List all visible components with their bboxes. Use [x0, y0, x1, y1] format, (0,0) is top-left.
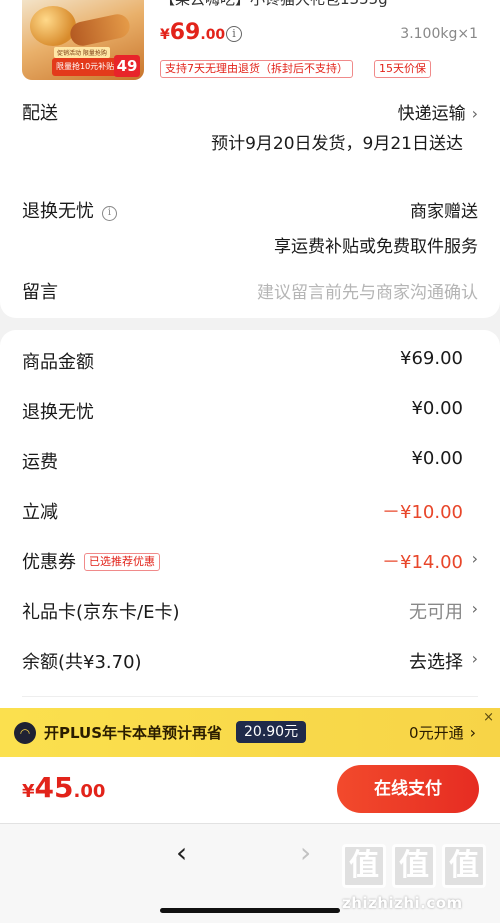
fee-label: 退换无忧 — [22, 402, 94, 423]
fee-value: ¥0.00 — [411, 448, 463, 469]
chevron-right-icon: › — [471, 649, 478, 668]
browser-toolbar: ‹ › 值 值 值 zhizhizhi.com — [0, 823, 500, 923]
product-thumbnail[interactable]: 促销活动 限量抢购 限量抢10元补贴券 49 — [22, 0, 144, 80]
payment-bar: ¥45.00 在线支付 — [0, 757, 500, 823]
fee-row-return-service: 退换无忧 ¥0.00 — [0, 398, 500, 428]
price-info-icon[interactable]: i — [226, 26, 242, 42]
watermark-text: zhizhizhi.com — [342, 894, 463, 912]
fee-breakdown-card: 商品金额 ¥69.00 退换无忧 ¥0.00 运费 ¥0.00 立减 －¥10.… — [0, 330, 500, 710]
home-indicator[interactable] — [160, 908, 340, 913]
fee-row-balance[interactable]: 余额(共¥3.70) 去选择 › — [0, 648, 500, 678]
fee-label: 优惠券 已选推荐优惠 — [22, 548, 160, 574]
order-info-card: 促销活动 限量抢购 限量抢10元补贴券 49 【某云嗨吃】小馋猫大礼包1355g… — [0, 0, 500, 318]
snack-image — [30, 6, 76, 46]
fee-label: 运费 — [22, 452, 58, 473]
back-arrow-icon[interactable]: ‹ — [176, 836, 187, 869]
fee-label: 立减 — [22, 502, 58, 523]
fee-label: 商品金额 — [22, 352, 94, 373]
total-decimal: .00 — [73, 781, 106, 802]
divider — [22, 696, 478, 697]
price-decimal: .00 — [200, 27, 226, 43]
fee-row-goods-amount: 商品金额 ¥69.00 — [0, 348, 500, 378]
total-integer: 45 — [34, 771, 74, 804]
info-icon[interactable]: i — [102, 206, 117, 221]
fee-value: 无可用 — [409, 602, 463, 623]
fee-row-shipping: 运费 ¥0.00 — [0, 448, 500, 478]
product-price: ¥69.00 — [160, 20, 225, 45]
plus-open-label: 0元开通 — [409, 724, 464, 742]
fee-value: －¥14.00 — [382, 552, 463, 573]
fee-row-gift-card[interactable]: 礼品卡(京东卡/E卡) 无可用 › — [0, 598, 500, 628]
plus-promo-text: 开PLUS年卡本单预计再省 — [44, 724, 223, 742]
return-service-label-text: 退换无忧 — [22, 201, 94, 222]
delivery-method: 快递运输 — [397, 104, 466, 124]
coupon-label-text: 优惠券 — [22, 552, 76, 573]
fee-value: ¥0.00 — [411, 398, 463, 419]
return-policy-tag: 支持7天无理由退货（拆封后不支持） — [160, 60, 353, 78]
return-service-label[interactable]: 退换无忧 i — [22, 197, 117, 223]
fee-row-instant-discount: 立减 －¥10.00 — [0, 498, 500, 528]
chevron-right-icon: › — [471, 599, 478, 618]
product-spec: 3.100kg×1 — [400, 26, 478, 42]
close-icon[interactable]: × — [483, 710, 494, 725]
chevron-right-icon: › — [469, 723, 476, 742]
total-currency: ¥ — [22, 781, 35, 802]
forward-arrow-icon[interactable]: › — [300, 836, 311, 869]
thumbnail-promo-text: 促销活动 限量抢购 — [54, 47, 110, 58]
plus-logo-icon: ◠ — [14, 722, 36, 744]
fee-value: ¥69.00 — [400, 348, 463, 369]
delivery-label: 配送 — [22, 103, 58, 124]
message-label: 留言 — [22, 282, 58, 303]
price-protect-tag: 15天价保 — [374, 60, 431, 78]
pay-online-button[interactable]: 在线支付 — [337, 765, 479, 813]
delivery-method-button[interactable]: 快递运输 › — [398, 99, 478, 124]
order-total: ¥45.00 — [22, 771, 105, 804]
coupon-recommended-tag: 已选推荐优惠 — [84, 553, 160, 571]
delivery-estimate: 预计9月20日发货，9月21日送达 — [211, 134, 463, 154]
message-input[interactable]: 建议留言前先与商家沟通确认 — [257, 278, 478, 303]
chevron-right-icon: › — [471, 104, 478, 123]
fee-label: 余额(共¥3.70) — [22, 652, 142, 673]
price-currency: ¥ — [160, 27, 170, 43]
watermark-glyph: 值 — [392, 844, 436, 888]
plus-promo-bar[interactable]: ◠ 开PLUS年卡本单预计再省 20.90元 0元开通 › × — [0, 708, 500, 757]
return-service-detail: 享运费补贴或免费取件服务 — [274, 237, 478, 257]
return-service-provider: 商家赠送 — [410, 202, 478, 222]
price-integer: 69 — [169, 20, 201, 45]
fee-label: 礼品卡(京东卡/E卡) — [22, 602, 180, 623]
watermark-glyph: 值 — [442, 844, 486, 888]
thumbnail-price-badge: 49 — [114, 55, 140, 77]
fee-row-coupon[interactable]: 优惠券 已选推荐优惠 －¥14.00 › — [0, 548, 500, 578]
product-title[interactable]: 【某云嗨吃】小馋猫大礼包1355g — [160, 0, 490, 9]
watermark-logo: 值 值 值 zhizhizhi.com — [342, 844, 492, 918]
plus-savings-amount: 20.90元 — [236, 721, 307, 743]
plus-open-button[interactable]: 0元开通 › — [409, 722, 476, 743]
fee-value: 去选择 — [409, 652, 463, 673]
fee-value: －¥10.00 — [382, 502, 463, 523]
watermark-glyph: 值 — [342, 844, 386, 888]
chevron-right-icon: › — [471, 549, 478, 568]
snack-image — [68, 12, 132, 48]
